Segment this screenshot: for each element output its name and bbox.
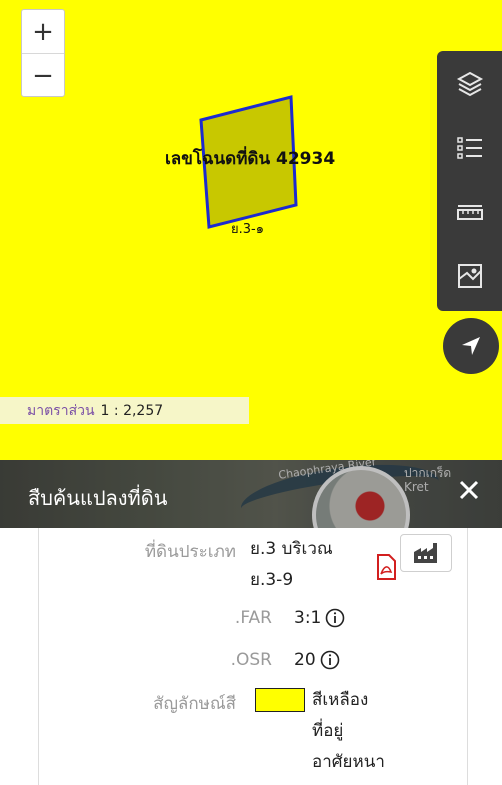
far-value-wrap: 3:1 — [294, 608, 345, 628]
close-icon — [459, 480, 479, 500]
osr-info-icon[interactable] — [320, 650, 340, 670]
locate-arrow-icon — [462, 337, 480, 355]
zoning-type-button[interactable] — [400, 534, 452, 572]
layers-icon[interactable] — [437, 53, 502, 115]
color-value-line2: ที่อยู่ — [312, 721, 344, 741]
far-info-icon[interactable] — [325, 608, 345, 628]
map-canvas[interactable]: + − เลขโฉนดที่ดิน 42934 ย.3-๑ มาตราส่วน … — [0, 0, 502, 460]
color-value-line1: สีเหลือง — [312, 690, 369, 710]
scale-value: 1 : 2,257 — [100, 402, 164, 419]
color-value-line3: อาศัยหนา — [312, 752, 385, 772]
basemap-icon[interactable] — [437, 245, 502, 307]
land-type-value-line1: ย.3 บริเวณ — [250, 539, 333, 559]
far-value: 3:1 — [294, 608, 322, 628]
panel-title: สืบค้นแปลงที่ดิน — [28, 486, 168, 510]
land-type-value-line2: ย.3-9 — [250, 570, 294, 590]
legend-list-icon[interactable] — [437, 117, 502, 179]
pdf-icon[interactable] — [374, 554, 398, 585]
color-value: สีเหลือง ที่อยู่ อาศัยหนา — [312, 685, 385, 778]
map-scale: มาตราส่วน 1 : 2,257 — [0, 397, 249, 424]
scale-label: มาตราส่วน — [27, 402, 95, 419]
osr-value-wrap: 20 — [294, 650, 340, 670]
zone-code-label: ย.3-๑ — [231, 222, 264, 237]
deed-number-label: เลขโฉนดที่ดิน 42934 — [165, 149, 336, 169]
panel-header: Chaophraya River ปากเกร็ด Kret สืบค้นแปล… — [0, 460, 502, 528]
map-toolbar — [437, 51, 502, 311]
land-type-value: ย.3 บริเวณ ย.3-9 — [250, 534, 333, 596]
close-button[interactable] — [457, 478, 481, 502]
osr-label: .OSR — [230, 650, 272, 670]
land-type-label: ที่ดินประเภท — [144, 542, 236, 562]
osr-value: 20 — [294, 650, 316, 670]
far-label: .FAR — [234, 608, 272, 628]
color-swatch — [255, 688, 305, 712]
factory-icon — [414, 543, 437, 563]
color-label: สัญลักษณ์สี — [153, 694, 236, 714]
locate-button[interactable] — [443, 318, 499, 374]
measure-ruler-icon[interactable] — [437, 181, 502, 243]
